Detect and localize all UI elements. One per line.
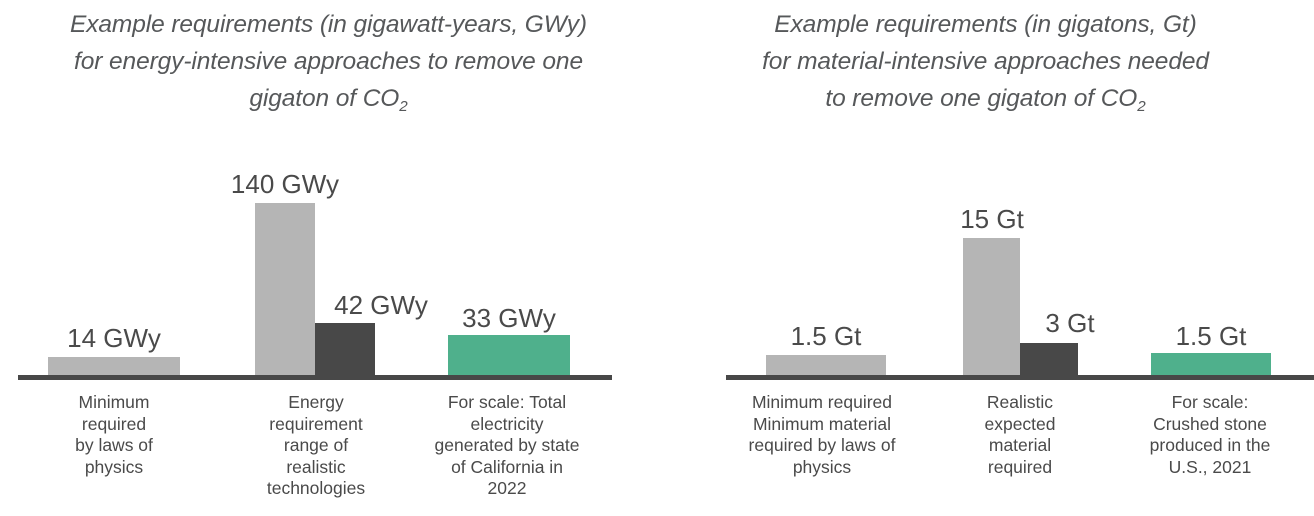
bar-value-label-material-1: 1.5 Gt (790, 321, 862, 351)
axis-baseline (18, 375, 612, 380)
plot-area-energy: 14 GWy 140 GWy 42 GWy 33 GWy (0, 148, 657, 380)
category-label-material-2: Realistic expected material required (984, 392, 1056, 477)
bar-energy-2 (255, 203, 315, 375)
category-label-material-1: Minimum required Minimum material requir… (748, 392, 896, 477)
bar-value-label-energy-1: 14 GWy (67, 323, 161, 353)
bar-value-label-material-2: 15 Gt (960, 204, 1024, 234)
bar-material-3 (1020, 343, 1078, 375)
chart-title-subscript: 2 (1137, 98, 1146, 116)
dual-bar-chart-figure: Example requirements (in gigawatt-years,… (0, 0, 1314, 516)
bar-value-label-energy-2: 140 GWy (230, 169, 340, 199)
category-label-energy-2: Energy requirement range of realistic te… (266, 392, 366, 498)
chart-title-material: Example requirements (in gigatons, Gt) f… (669, 6, 1302, 120)
chart-title-line: to remove one gigaton of CO2 (669, 80, 1302, 120)
bar-value-label-energy-3: 42 GWy (334, 290, 428, 320)
bar-energy-4 (448, 335, 570, 375)
bar-energy-3 (315, 323, 375, 375)
category-label-energy-1: Minimum required by laws of physics (75, 392, 153, 477)
chart-panel-energy: Example requirements (in gigawatt-years,… (0, 0, 657, 516)
chart-panel-material: Example requirements (in gigatons, Gt) f… (657, 0, 1314, 516)
chart-title-line: for energy-intensive approaches to remov… (74, 48, 583, 75)
axis-baseline (726, 375, 1314, 380)
bar-material-2 (963, 238, 1020, 375)
bar-value-label-material-4: 1.5 Gt (1175, 321, 1247, 351)
category-label-material-3: For scale: Crushed stone produced in the… (1149, 392, 1271, 477)
chart-title-line: Example requirements (in gigatons, Gt) (774, 11, 1197, 38)
bar-value-label-energy-4: 33 GWy (462, 303, 556, 333)
bar-material-4 (1151, 353, 1271, 375)
chart-title-energy: Example requirements (in gigawatt-years,… (12, 6, 645, 120)
plot-area-material: 1.5 Gt 15 Gt 3 Gt 1.5 Gt (657, 148, 1314, 380)
bar-material-1 (766, 355, 886, 375)
chart-title-subscript: 2 (399, 98, 408, 116)
bar-value-label-material-3: 3 Gt (1045, 308, 1095, 338)
bar-energy-1 (48, 357, 180, 375)
chart-title-text: to remove one gigaton of CO (825, 85, 1138, 112)
chart-title-line: gigaton of CO2 (12, 80, 645, 120)
category-label-energy-3: For scale: Total electricity generated b… (434, 392, 580, 498)
chart-title-line: Example requirements (in gigawatt-years,… (70, 11, 587, 38)
chart-title-text: gigaton of CO (249, 85, 400, 112)
chart-title-line: for material-intensive approaches needed (762, 48, 1209, 75)
